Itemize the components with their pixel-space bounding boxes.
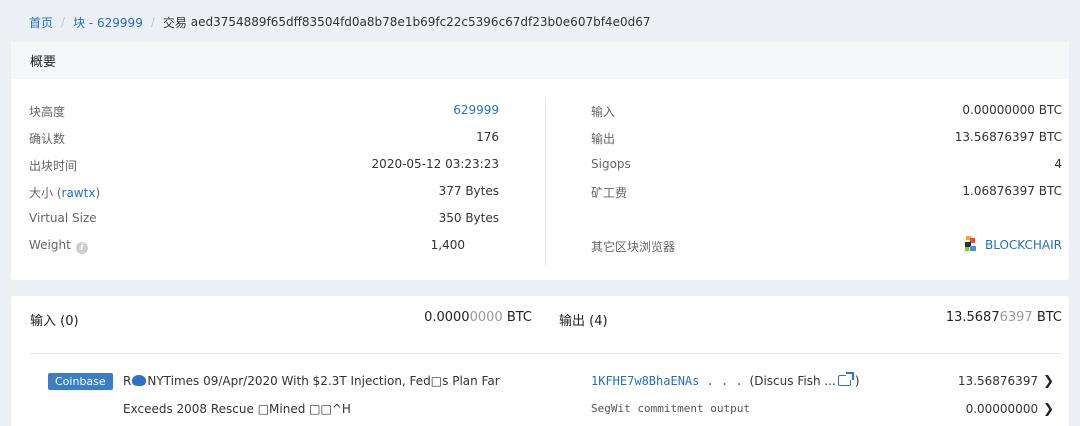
virtual-size-value: 350 Bytes	[438, 211, 499, 225]
outputs-total-dim: 6397	[999, 310, 1033, 325]
output-pool-tag-end: )	[854, 374, 860, 388]
breadcrumb-current-prefix: 交易	[162, 15, 187, 30]
column-divider	[545, 97, 546, 265]
sigops-value: 4	[1054, 157, 1062, 171]
coinbase-text-line1: R NYTimes 09/Apr/2020 With $2.3T Injectio…	[123, 374, 500, 388]
rawtx-link[interactable]: rawtx	[62, 186, 96, 200]
weight-value: 1,400	[430, 238, 465, 252]
output-value: 13.56876397 BTC	[954, 130, 1062, 144]
size-label: 大小 (rawtx)	[29, 186, 101, 200]
coinbase-text-prefix: R	[123, 374, 132, 388]
breadcrumb-separator: /	[150, 15, 155, 29]
size-value: 377 Bytes	[438, 184, 499, 198]
breadcrumb: 首页 / 块 - 629999 / 交易 aed3754889f65dff835…	[0, 0, 1080, 44]
chevron-right-icon: ❯	[1043, 402, 1054, 417]
coinbase-badge: Coinbase	[48, 373, 113, 390]
summary-body: 块高度 629999 确认数 176 出块时间 2020-05-12 03:23…	[11, 81, 1069, 280]
block-height-link[interactable]: 629999	[453, 103, 499, 117]
output-amount-value: 0.00000000	[965, 402, 1039, 416]
output-amount[interactable]: 13.56876397 ❯	[958, 374, 1054, 389]
inputs-total-dim: 0000	[469, 310, 503, 325]
input-label: 输入	[591, 105, 616, 119]
virtual-size-label: Virtual Size	[29, 211, 97, 225]
inputs-total-main: 0.0000	[424, 310, 470, 325]
other-explorers-label: 其它区块浏览器	[591, 240, 676, 254]
size-label-text: 大小	[29, 186, 54, 200]
input-value: 0.00000000 BTC	[962, 103, 1062, 117]
summary-title: 概要	[11, 42, 1069, 79]
outputs-title: 输出 (4)	[559, 314, 608, 329]
block-time-value: 2020-05-12 03:23:23	[371, 157, 499, 171]
io-divider	[29, 353, 1061, 354]
block-time-label: 出块时间	[29, 159, 78, 173]
summary-card: 概要 块高度 629999 确认数 176 出块时间 2020-05-12 03…	[11, 42, 1069, 280]
sigops-label: Sigops	[591, 157, 631, 171]
breadcrumb-txid: aed3754889f65dff83504fd0a8b78e1b69fc22c5…	[190, 15, 651, 29]
confirmations-value: 176	[476, 130, 499, 144]
output-row: 1KFHE7w8BhaENAs . . . (Discus Fish ...)	[591, 372, 860, 388]
blockchair-link-text: BLOCKCHAIR	[984, 238, 1062, 252]
outputs-total-unit: BTC	[1032, 310, 1062, 325]
confirmations-label: 确认数	[29, 132, 66, 146]
inputs-total: 0.00000000 BTC	[424, 310, 532, 325]
coinbase-text-rest: NYTimes 09/Apr/2020 With $2.3T Injection…	[147, 374, 500, 388]
coinbase-text-line2: Exceeds 2008 Rescue □Mined □□^H	[123, 402, 351, 416]
output-pool-tag: (Discus Fish ...	[749, 374, 836, 388]
blockchair-logo-icon	[964, 236, 976, 251]
chevron-right-icon: ❯	[1043, 374, 1054, 389]
output-amount[interactable]: 0.00000000 ❯	[966, 402, 1054, 417]
blockchair-link[interactable]: BLOCKCHAIR	[964, 236, 1062, 252]
weight-label: Weight i	[29, 238, 88, 254]
block-height-label: 块高度	[29, 105, 66, 119]
outputs-total-main: 13.5687	[945, 310, 1000, 325]
breadcrumb-block[interactable]: 块 - 629999	[73, 14, 143, 31]
weight-label-text: Weight	[29, 238, 71, 252]
inputs-outputs-card: 输入 (0) 0.00000000 BTC 输出 (4) 13.56876397…	[11, 296, 1069, 426]
globe-icon	[132, 375, 147, 386]
segwit-output-label: SegWit commitment output	[591, 402, 750, 415]
inputs-title: 输入 (0)	[30, 314, 79, 329]
outputs-total: 13.56876397 BTC	[946, 310, 1062, 325]
inputs-total-unit: BTC	[502, 310, 532, 325]
output-amount-value: 13.56876397	[957, 374, 1039, 388]
output-label: 输出	[591, 132, 616, 146]
breadcrumb-separator: /	[61, 15, 66, 29]
info-icon[interactable]: i	[75, 242, 88, 254]
external-link-icon[interactable]	[837, 372, 854, 386]
breadcrumb-home[interactable]: 首页	[29, 14, 53, 31]
fee-value: 1.06876397 BTC	[962, 184, 1062, 198]
output-address-link[interactable]: 1KFHE7w8BhaENAs . . .	[591, 374, 743, 388]
fee-label: 矿工费	[591, 186, 628, 200]
